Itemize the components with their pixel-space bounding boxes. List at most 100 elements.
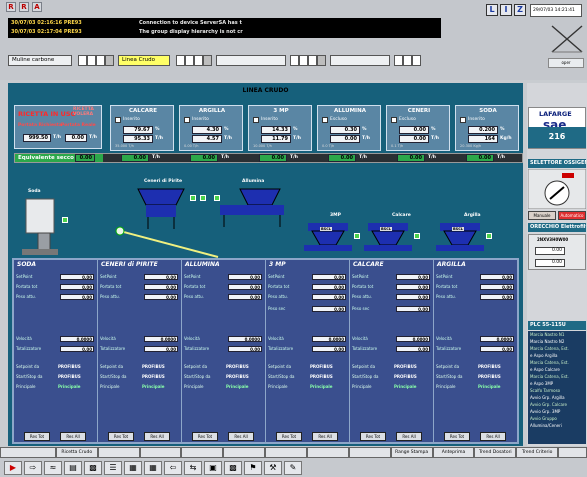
reset-total-button[interactable]: Res Tot [108, 432, 134, 441]
nav-mini[interactable] [394, 55, 403, 66]
feeder-value-sp[interactable]: 0.00 [396, 274, 430, 280]
nav-mini[interactable] [412, 55, 421, 66]
nav-mini[interactable] [317, 55, 326, 66]
document-icon[interactable]: ▤ [64, 461, 82, 475]
function-key[interactable] [181, 447, 224, 458]
arrow-swap-icon[interactable]: ⇆ [184, 461, 202, 475]
status-lamp[interactable] [62, 217, 68, 223]
reset-all-button[interactable]: Res All [312, 432, 338, 441]
feeder-value-sp[interactable]: 0.00 [60, 274, 94, 280]
tab-linea-crudo[interactable]: Linea Crudo [118, 55, 170, 66]
play-icon[interactable]: ▶ [4, 461, 22, 475]
system-button-z[interactable]: Z [514, 4, 526, 16]
plc-list-item[interactable]: Avvio Grp. 3MP [528, 408, 586, 415]
status-lamp[interactable] [190, 195, 196, 201]
nav-mini[interactable] [403, 55, 412, 66]
status-lamp[interactable] [200, 195, 206, 201]
plc-list-item[interactable]: Marcia Nastro N2 [528, 338, 586, 345]
plc-list-item[interactable]: Marcia Catena, Est. [528, 373, 586, 380]
ceneri-hopper-icon[interactable] [137, 188, 185, 229]
nav-mini[interactable] [78, 55, 87, 66]
material-percent[interactable]: 0.00 [399, 126, 429, 134]
function-key[interactable]: Trend Dosatori [474, 447, 517, 458]
nav-mini[interactable] [308, 55, 317, 66]
function-key[interactable] [306, 447, 349, 458]
reset-all-button[interactable]: Res All [228, 432, 254, 441]
alarm-row[interactable]: 30/07/03 02:16:16 PRE93 Connection to dev… [11, 19, 438, 28]
trend-icon[interactable]: ≈ [44, 461, 62, 475]
material-checkbox[interactable] [322, 117, 328, 123]
plc-list-item[interactable]: Avvio Grp. Argilla [528, 394, 586, 401]
plc-list-item[interactable]: e Aspo Argilla [528, 352, 586, 359]
user-field[interactable]: oper [548, 58, 584, 68]
reset-total-button[interactable]: Res Tot [192, 432, 218, 441]
grid-icon[interactable]: ▦ [124, 461, 142, 475]
nav-mini[interactable] [290, 55, 299, 66]
nav-mini[interactable] [299, 55, 308, 66]
function-key[interactable] [97, 447, 140, 458]
status-lamp[interactable] [486, 233, 492, 239]
orecchio-value-b[interactable]: 0.00 [535, 259, 565, 267]
system-button-l[interactable]: L [486, 4, 498, 16]
tab-muline-carbone[interactable]: Muline carbone [8, 55, 72, 66]
nav-mini[interactable] [203, 55, 212, 66]
tool-icon[interactable]: ⚒ [264, 461, 282, 475]
function-key[interactable] [139, 447, 182, 458]
chart-icon[interactable]: ▩ [224, 461, 242, 475]
nav-mini[interactable] [194, 55, 203, 66]
reset-all-button[interactable]: Res All [60, 432, 86, 441]
function-key[interactable] [0, 447, 56, 458]
automatico-button[interactable]: Automatico [558, 211, 586, 220]
function-key[interactable] [223, 447, 266, 458]
reset-all-button[interactable]: Res All [480, 432, 506, 441]
portata-richiesta-value[interactable]: 999.50 [23, 134, 51, 142]
function-key[interactable] [348, 447, 391, 458]
plc-list-item[interactable]: Scalfo Tarmoso [528, 387, 586, 394]
nav-tab-blank[interactable] [216, 55, 286, 66]
arrow-right-icon[interactable]: ⇨ [24, 461, 42, 475]
reset-all-button[interactable]: Res All [144, 432, 170, 441]
selector-switch-icon[interactable] [528, 169, 586, 209]
nav-mini[interactable] [87, 55, 96, 66]
alarm-icon[interactable]: ⚑ [244, 461, 262, 475]
toolbar-icon-2[interactable]: R [19, 2, 29, 12]
feeder-value-sp[interactable]: 0.00 [228, 274, 262, 280]
material-percent[interactable]: 0.30 [330, 126, 360, 134]
manuale-button[interactable]: Manuale [528, 211, 556, 220]
system-button-i[interactable]: I [500, 4, 512, 16]
plc-list-item[interactable]: Allumina/Ceneri [528, 422, 586, 429]
window-icon[interactable]: ▣ [204, 461, 222, 475]
material-checkbox[interactable] [115, 117, 121, 123]
function-key[interactable]: Trend Criterio [516, 447, 559, 458]
alarm-list[interactable]: 30/07/03 02:16:16 PRE93 Connection to dev… [8, 18, 441, 38]
status-lamp[interactable] [354, 233, 360, 239]
function-key[interactable]: Range Stampa [390, 447, 433, 458]
status-lamp[interactable] [214, 195, 220, 201]
arrow-left-icon[interactable]: ⇦ [164, 461, 182, 475]
nav-mini[interactable] [176, 55, 185, 66]
soda-machine-icon[interactable] [22, 198, 58, 255]
reset-all-button[interactable]: Res All [396, 432, 422, 441]
function-key[interactable]: Ricetta Crudo [55, 447, 98, 458]
calendar-icon[interactable]: ▦ [144, 461, 162, 475]
reset-total-button[interactable]: Res Tot [24, 432, 50, 441]
reset-total-button[interactable]: Res Tot [276, 432, 302, 441]
plc-list-item[interactable]: Avvio Gruppo [528, 415, 586, 422]
alarm-row[interactable]: 30/07/03 02:17:04 PRE93 The group display… [11, 28, 438, 37]
print-icon[interactable]: ▩ [84, 461, 102, 475]
plc-list-item[interactable]: e Aspo 3MP [528, 380, 586, 387]
material-checkbox[interactable] [460, 117, 466, 123]
function-key[interactable] [558, 447, 587, 458]
material-checkbox[interactable] [184, 117, 190, 123]
pen-icon[interactable]: ✎ [284, 461, 302, 475]
material-percent[interactable]: 14.33 [261, 126, 291, 134]
function-key[interactable]: Anteprima [432, 447, 475, 458]
material-percent[interactable]: 79.67 [123, 126, 153, 134]
function-key[interactable] [265, 447, 307, 458]
allumina-hopper-icon[interactable] [220, 188, 284, 227]
plc-list-item[interactable]: Avvio Grp. Calcare [528, 401, 586, 408]
material-percent[interactable]: 4.30 [192, 126, 222, 134]
toolbar-icon-3[interactable]: A [32, 2, 42, 12]
material-checkbox[interactable] [391, 117, 397, 123]
reset-total-button[interactable]: Res Tot [360, 432, 386, 441]
